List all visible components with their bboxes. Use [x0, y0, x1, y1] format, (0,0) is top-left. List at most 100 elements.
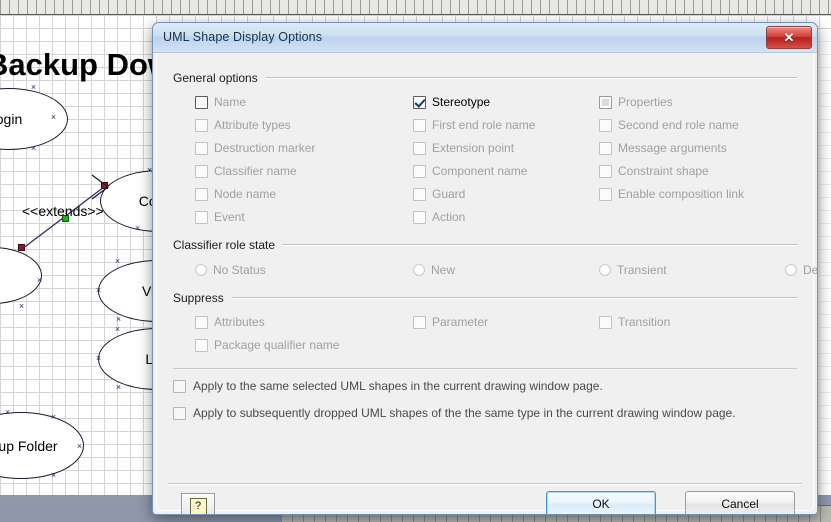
dialog-body: General options Name Stereotype Properti… [158, 53, 817, 514]
grid-spacer [599, 210, 797, 224]
radio-box [413, 264, 425, 276]
close-button[interactable]: ✕ [766, 26, 812, 49]
checkbox-label: Enable composition link [618, 187, 745, 201]
checkbox-label: Classifier name [214, 164, 297, 178]
checkbox-box [413, 187, 426, 201]
radio-label: Destroy [803, 263, 818, 277]
screen: Backup Dow ogin Config gs View [0, 0, 831, 522]
apply-options-block: Apply to the same selected UML shapes in… [173, 368, 797, 420]
checkbox-box [195, 210, 208, 224]
suppress-grid: Attributes Parameter Transition Package … [173, 309, 797, 352]
checkbox-label: Stereotype [432, 95, 491, 109]
checkbox-box [195, 141, 208, 155]
footer-divider [168, 483, 802, 485]
checkbox-box [195, 315, 208, 329]
group-separator-line [265, 77, 797, 79]
group-separator-line [283, 244, 797, 246]
checkbox-guard: Guard [413, 187, 599, 201]
checkbox-label: Properties [618, 95, 673, 109]
classifier-role-state-group: Classifier role state No Status New Tran… [173, 238, 817, 277]
suppress-group: Suppress Attributes Parameter Transition… [173, 291, 797, 352]
checkbox-box [173, 406, 186, 420]
radio-box [195, 264, 207, 276]
checkbox-apply-to-selected-shapes[interactable]: Apply to the same selected UML shapes in… [173, 379, 797, 393]
grid-spacer [413, 338, 599, 352]
checkbox-apply-to-dropped-shapes[interactable]: Apply to subsequently dropped UML shapes… [173, 406, 797, 420]
grid-spacer [599, 338, 797, 352]
checkbox-suppress-parameter: Parameter [413, 315, 599, 329]
checkbox-enable-composition-link: Enable composition link [599, 187, 797, 201]
checkbox-box [195, 164, 208, 178]
checkbox-box [173, 379, 186, 393]
checkbox-box [413, 118, 426, 132]
checkbox-first-end-role-name: First end role name [413, 118, 599, 132]
dialog-titlebar[interactable]: UML Shape Display Options ✕ [153, 23, 817, 53]
checkbox-label: Apply to the same selected UML shapes in… [193, 379, 603, 393]
checkbox-box [413, 210, 426, 224]
cancel-button[interactable]: Cancel [685, 491, 795, 514]
checkbox-stereotype[interactable]: Stereotype [413, 95, 599, 109]
radio-box [785, 264, 797, 276]
ok-button-label: OK [592, 496, 610, 511]
group-title: Classifier role state [173, 238, 276, 252]
checkbox-second-end-role-name: Second end role name [599, 118, 797, 132]
checkbox-extension-point: Extension point [413, 141, 599, 155]
horizontal-ruler[interactable] [0, 0, 831, 15]
checkbox-box [195, 338, 208, 352]
checkbox-box [413, 95, 426, 109]
checkbox-message-arguments: Message arguments [599, 141, 797, 155]
checkbox-node-name: Node name [195, 187, 413, 201]
checkbox-label: Destruction marker [214, 141, 316, 155]
checkbox-label: Event [214, 210, 245, 224]
group-title: General options [173, 71, 258, 85]
checkbox-destruction-marker: Destruction marker [195, 141, 413, 155]
group-separator-line [231, 297, 797, 299]
dialog-title: UML Shape Display Options [163, 30, 323, 44]
checkbox-component-name: Component name [413, 164, 599, 178]
checkbox-box [599, 315, 612, 329]
group-title: Suppress [173, 291, 224, 305]
checkbox-box [599, 187, 612, 201]
checkbox-suppress-transition: Transition [599, 315, 797, 329]
checkbox-label: Message arguments [618, 141, 727, 155]
checkbox-box [195, 118, 208, 132]
checkbox-label: Attributes [214, 315, 265, 329]
radio-box [599, 264, 611, 276]
radio-no-status: No Status [195, 263, 413, 277]
checkbox-label: Apply to subsequently dropped UML shapes… [193, 406, 736, 420]
checkbox-properties: Properties [599, 95, 797, 109]
checkbox-box [599, 118, 612, 132]
checkbox-box [195, 95, 208, 109]
checkbox-label: Component name [432, 164, 528, 178]
checkbox-label: Node name [214, 187, 277, 201]
general-options-header: General options [173, 71, 797, 85]
dialog-content: General options Name Stereotype Properti… [173, 63, 817, 433]
radio-transient: Transient [599, 263, 785, 277]
general-options-group: General options Name Stereotype Properti… [173, 71, 797, 224]
checkbox-label: Guard [432, 187, 466, 201]
checkbox-label: Action [432, 210, 466, 224]
radio-label: New [431, 263, 456, 277]
checkbox-suppress-attributes: Attributes [195, 315, 413, 329]
checkbox-event: Event [195, 210, 413, 224]
checkbox-label: Extension point [432, 141, 515, 155]
checkbox-classifier-name: Classifier name [195, 164, 413, 178]
checkbox-attribute-types: Attribute types [195, 118, 413, 132]
radio-new: New [413, 263, 599, 277]
checkbox-label: Attribute types [214, 118, 291, 132]
checkbox-label: First end role name [432, 118, 536, 132]
checkbox-label: Constraint shape [618, 164, 709, 178]
classifier-role-state-header: Classifier role state [173, 238, 797, 252]
classifier-role-state-row: No Status New Transient Destroy [173, 256, 817, 277]
suppress-header: Suppress [173, 291, 797, 305]
checkbox-name[interactable]: Name [195, 95, 413, 109]
help-question-icon: ? [189, 498, 207, 514]
checkbox-box [413, 141, 426, 155]
checkbox-constraint-shape: Constraint shape [599, 164, 797, 178]
checkbox-label: Name [214, 95, 247, 109]
ok-button[interactable]: OK [546, 491, 656, 514]
help-button[interactable]: ? [181, 493, 215, 514]
radio-label: Transient [617, 263, 667, 277]
checkbox-box [599, 95, 612, 109]
checkbox-box [599, 141, 612, 155]
